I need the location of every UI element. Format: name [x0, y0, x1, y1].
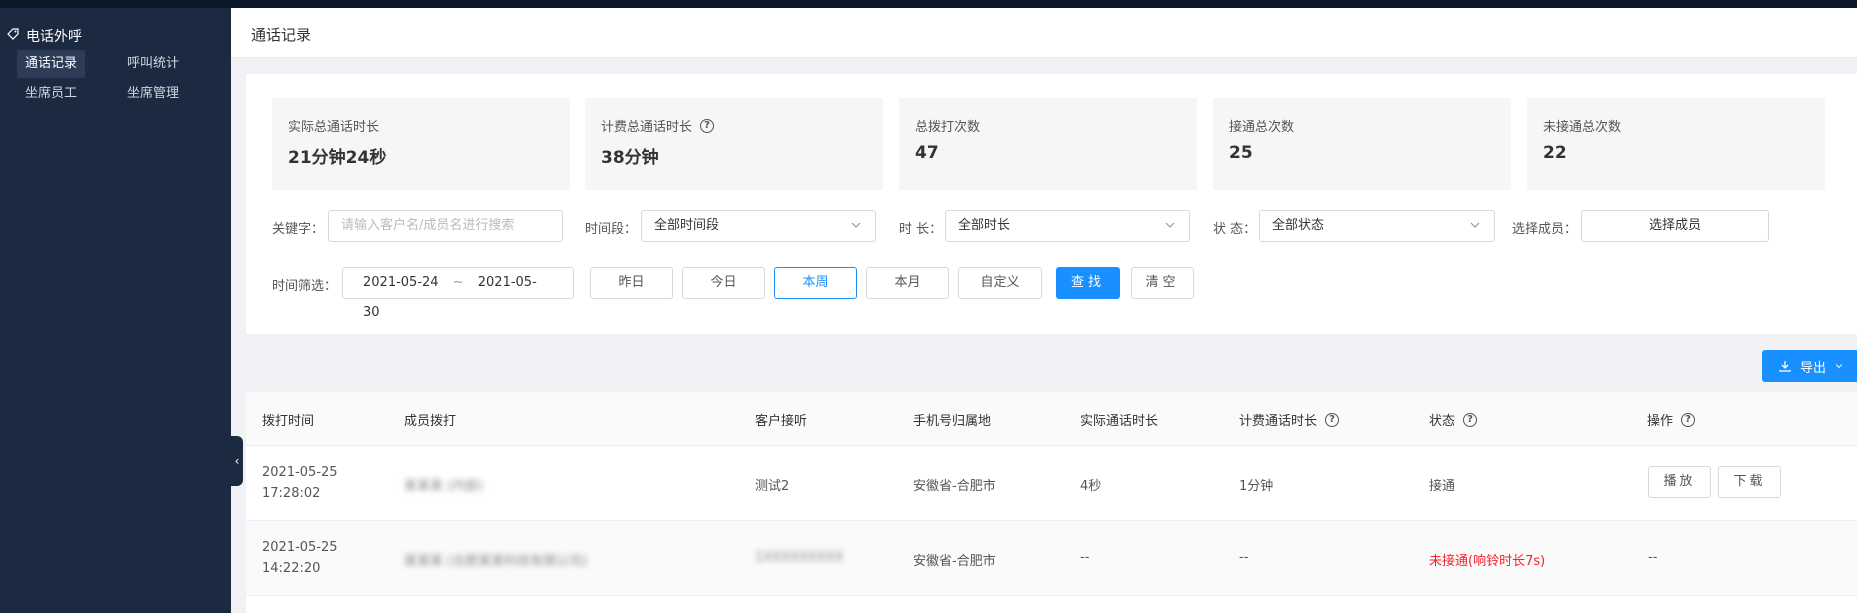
chevron-left-icon: ‹: [234, 454, 240, 468]
stat-label: 接通总次数: [1229, 120, 1295, 135]
cell-member: 某某某 (合肥某某科技有限公司): [404, 554, 588, 569]
sidebar: 电话外呼 通话记录 呼叫统计 坐席员工 坐席管理: [0, 8, 231, 613]
cell-dial-time: 2021-05-25 14:22:20: [262, 540, 338, 576]
cell-location: 安徽省-合肥市: [913, 554, 996, 569]
status-label: 状 态：: [1213, 222, 1257, 237]
table-row: 2021-05-25 14:22:20 某某某 (合肥某某科技有限公司) 1XX…: [246, 521, 1857, 596]
sidebar-collapse-button[interactable]: ‹: [231, 436, 243, 486]
chevron-down-icon: [851, 222, 861, 228]
page-title: 通话记录: [251, 26, 312, 44]
status-select[interactable]: 全部状态: [1259, 210, 1495, 242]
date-filter-label: 时间筛选：: [272, 279, 338, 294]
stat-card-total-calls: 总拨打次数 47: [899, 98, 1197, 190]
tag-icon: [6, 27, 20, 45]
column-header-dial-time: 拨打时间: [262, 414, 315, 429]
stat-card-not-connected: 未接通总次数 22: [1527, 98, 1825, 190]
stat-value: 38分钟: [601, 148, 659, 168]
column-header-status: 状态?: [1429, 410, 1478, 429]
duration-label: 时 长：: [899, 222, 943, 237]
stat-value: 47: [915, 143, 939, 163]
sidebar-title-label: 电话外呼: [26, 29, 82, 45]
help-icon[interactable]: ?: [1463, 412, 1478, 427]
chevron-down-icon: [1835, 364, 1843, 369]
download-icon: [1779, 361, 1791, 372]
member-select[interactable]: 选择成员: [1581, 210, 1769, 242]
cell-actual-duration: --: [1080, 550, 1090, 565]
export-button[interactable]: 导出: [1762, 350, 1857, 382]
stat-card-connected: 接通总次数 25: [1213, 98, 1511, 190]
sidebar-item-call-stats[interactable]: 呼叫统计: [119, 50, 187, 78]
download-button[interactable]: 下载: [1718, 466, 1781, 498]
cell-billed-duration: --: [1239, 550, 1249, 565]
column-header-location: 手机号归属地: [913, 414, 992, 429]
cell-customer: 测试2: [755, 479, 790, 494]
table-row: 2021-05-25 17:28:02 某某某 (内部) 测试2 安徽省-合肥市…: [246, 446, 1857, 521]
duration-select[interactable]: 全部时长: [945, 210, 1190, 242]
search-button[interactable]: 查找: [1056, 267, 1120, 299]
top-bar: [0, 0, 1857, 8]
stat-card-actual-duration: 实际总通话时长 21分钟24秒: [272, 98, 570, 190]
column-header-operations: 操作?: [1647, 410, 1696, 429]
date-range-picker[interactable]: 2021-05-24 ~ 2021-05-30: [342, 267, 574, 320]
cell-dial-time: 2021-05-25 17:28:02: [262, 465, 338, 501]
sidebar-item-agent-staff[interactable]: 坐席员工: [17, 80, 85, 108]
sidebar-item-agent-management[interactable]: 坐席管理: [119, 80, 187, 108]
quick-yesterday-button[interactable]: 昨日: [590, 267, 673, 299]
member-label: 选择成员：: [1512, 222, 1578, 237]
quick-this-month-button[interactable]: 本月: [866, 267, 949, 299]
clear-button[interactable]: 清空: [1131, 267, 1194, 299]
call-records-table: 拨打时间 成员拨打 客户接听 手机号归属地 实际通话时长 计费通话时长? 状态?…: [246, 392, 1857, 613]
quick-today-button[interactable]: 今日: [682, 267, 765, 299]
stat-label: 总拨打次数: [915, 120, 981, 135]
quick-custom-button[interactable]: 自定义: [958, 267, 1042, 299]
chevron-down-icon: [1165, 222, 1175, 228]
play-button[interactable]: 播放: [1648, 466, 1711, 498]
sidebar-item-call-records[interactable]: 通话记录: [17, 50, 86, 78]
cell-billed-duration: 1分钟: [1239, 479, 1274, 494]
cell-member: 某某某 (内部): [404, 479, 484, 494]
stat-value: 25: [1229, 143, 1253, 163]
column-header-billed-duration: 计费通话时长?: [1239, 410, 1340, 429]
stat-value: 22: [1543, 143, 1567, 163]
column-header-member: 成员拨打: [404, 414, 457, 429]
filter-panel: 实际总通话时长 21分钟24秒 计费总通话时长? 38分钟 总拨打次数 47 接…: [246, 74, 1857, 334]
column-header-actual-duration: 实际通话时长: [1080, 414, 1159, 429]
cell-status: 接通: [1429, 479, 1456, 494]
help-icon[interactable]: ?: [1681, 412, 1696, 427]
cell-customer: 1XXXXXXXXX: [755, 550, 844, 565]
cell-status: 未接通(响铃时长7s): [1429, 554, 1546, 569]
cell-operations: --: [1648, 550, 1658, 565]
help-icon[interactable]: ?: [1325, 412, 1340, 427]
period-select[interactable]: 全部时间段: [641, 210, 876, 242]
cell-actual-duration: 4秒: [1080, 479, 1102, 494]
page-header: 通话记录: [231, 8, 1857, 58]
help-icon[interactable]: ?: [700, 118, 715, 133]
chevron-down-icon: [1470, 222, 1480, 228]
period-label: 时间段：: [585, 222, 638, 237]
sidebar-title: 电话外呼: [6, 26, 82, 46]
export-label: 导出: [1800, 360, 1827, 376]
quick-this-week-button[interactable]: 本周: [774, 267, 857, 299]
stat-label: 实际总通话时长: [288, 120, 380, 135]
stat-value: 21分钟24秒: [288, 148, 387, 168]
keyword-label: 关键字：: [272, 222, 325, 237]
table-header: 拨打时间 成员拨打 客户接听 手机号归属地 实际通话时长 计费通话时长? 状态?…: [246, 392, 1857, 446]
column-header-customer: 客户接听: [755, 414, 808, 429]
stat-card-billed-duration: 计费总通话时长? 38分钟: [585, 98, 883, 190]
stat-label: 未接通总次数: [1543, 120, 1622, 135]
cell-location: 安徽省-合肥市: [913, 479, 996, 494]
stat-label: 计费总通话时长?: [601, 116, 715, 135]
keyword-input[interactable]: 请输入客户名/成员名进行搜索: [328, 210, 563, 242]
